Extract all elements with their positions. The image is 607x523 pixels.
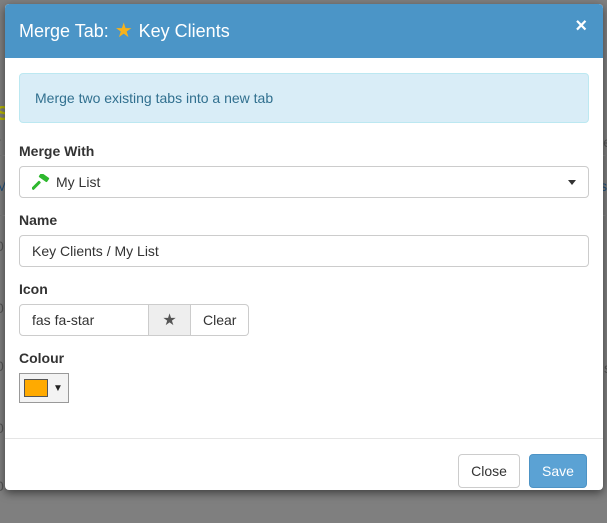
icon-input[interactable] bbox=[19, 304, 149, 336]
modal-footer: Close Save bbox=[5, 438, 603, 490]
name-group: Name bbox=[19, 212, 589, 267]
hammer-icon bbox=[32, 174, 50, 190]
merge-tab-modal: Merge Tab: ★ Key Clients × Merge two exi… bbox=[5, 4, 603, 490]
star-icon: ★ bbox=[149, 304, 191, 336]
bg-divider bbox=[603, 215, 607, 216]
star-icon: ★ bbox=[114, 20, 133, 42]
colour-label: Colour bbox=[19, 350, 65, 366]
bg-fragment: e bbox=[603, 134, 607, 150]
modal-body: Merge two existing tabs into a new tab M… bbox=[5, 58, 603, 432]
bg-divider bbox=[0, 215, 5, 216]
chevron-down-icon: ▼ bbox=[53, 382, 63, 394]
modal-title: Merge Tab: ★ Key Clients bbox=[19, 21, 230, 42]
colour-swatch bbox=[24, 379, 48, 397]
bg-fragment: r bbox=[0, 134, 1, 150]
save-button[interactable]: Save bbox=[529, 454, 587, 488]
colour-picker[interactable]: ▼ bbox=[19, 373, 69, 403]
modal-header: Merge Tab: ★ Key Clients × bbox=[5, 4, 603, 58]
icon-label: Icon bbox=[19, 281, 48, 297]
colour-group: Colour ▼ bbox=[19, 350, 589, 403]
close-button[interactable]: Close bbox=[458, 454, 520, 488]
bg-fragment: 0 bbox=[0, 358, 4, 374]
info-alert: Merge two existing tabs into a new tab bbox=[19, 73, 589, 123]
bg-fragment: 0 bbox=[0, 478, 4, 494]
clear-icon-button[interactable]: Clear bbox=[191, 304, 250, 336]
modal-title-name: Key Clients bbox=[138, 20, 230, 41]
bg-fragment: 0 bbox=[0, 238, 4, 254]
merge-with-value: My List bbox=[56, 174, 101, 190]
bg-divider bbox=[0, 155, 5, 156]
merge-with-label: Merge With bbox=[19, 143, 95, 159]
chevron-down-icon bbox=[568, 180, 576, 185]
merge-with-select[interactable]: My List bbox=[19, 166, 589, 198]
merge-with-group: Merge With My List bbox=[19, 143, 589, 198]
name-input[interactable] bbox=[19, 235, 589, 267]
bg-fragment: 0 bbox=[0, 300, 4, 316]
bg-divider bbox=[603, 155, 607, 156]
close-icon[interactable]: × bbox=[575, 16, 587, 36]
icon-group: Icon ★ Clear bbox=[19, 281, 589, 336]
modal-title-prefix: Merge Tab: bbox=[19, 20, 109, 41]
name-label: Name bbox=[19, 212, 58, 228]
icon-input-group: ★ Clear bbox=[19, 304, 589, 336]
bg-fragment: 0 bbox=[0, 420, 4, 436]
alert-text: Merge two existing tabs into a new tab bbox=[35, 90, 274, 106]
